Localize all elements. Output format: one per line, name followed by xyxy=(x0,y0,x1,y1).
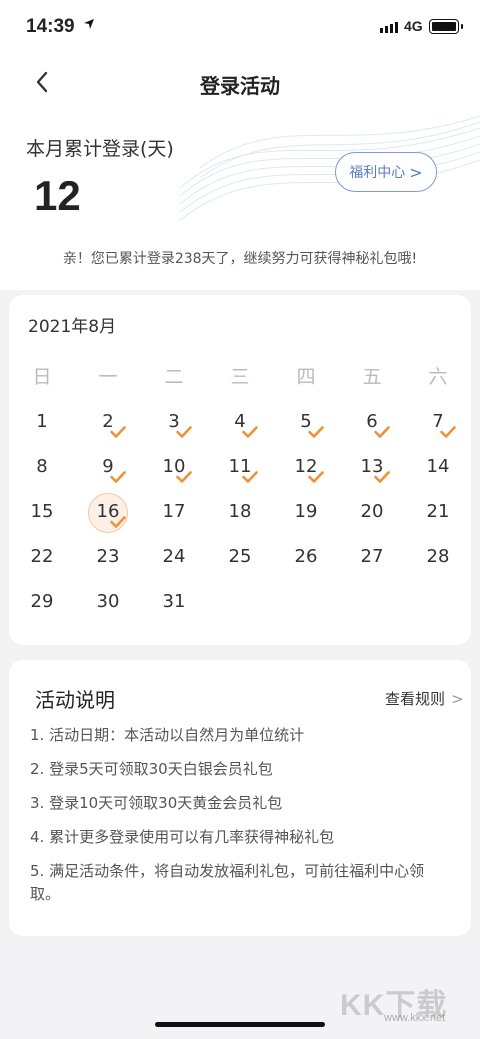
check-icon xyxy=(242,471,258,483)
weekday-header: 五 xyxy=(362,366,382,388)
calendar-day[interactable]: 17 xyxy=(154,501,194,522)
calendar-day[interactable]: 31 xyxy=(154,591,194,612)
network-type: 4G xyxy=(404,18,423,34)
battery-icon xyxy=(429,19,463,34)
rule-item: 3. 登录10天可领取30天黄金会员礼包 xyxy=(30,794,283,812)
calendar-day[interactable]: 14 xyxy=(418,456,458,477)
chevron-right-icon: > xyxy=(451,690,464,708)
check-icon xyxy=(374,426,390,438)
welfare-center-label: 福利中心 xyxy=(349,165,406,181)
rule-item: 2. 登录5天可领取30天白银会员礼包 xyxy=(30,760,273,778)
calendar-day[interactable]: 23 xyxy=(88,546,128,567)
login-count-label: 本月累计登录(天) xyxy=(26,138,174,160)
calendar-day[interactable]: 24 xyxy=(154,546,194,567)
status-bar: 14:39 4G xyxy=(0,0,480,56)
rule-item: 4. 累计更多登录使用可以有几率获得神秘礼包 xyxy=(30,828,335,846)
weekday-header: 四 xyxy=(296,366,316,388)
weekday-header: 日 xyxy=(32,366,52,388)
calendar-day[interactable]: 22 xyxy=(22,546,62,567)
check-icon xyxy=(110,516,126,528)
calendar-day[interactable]: 21 xyxy=(418,501,458,522)
watermark-logo: KK下载 www.kkx.net xyxy=(340,980,470,1028)
check-icon xyxy=(374,471,390,483)
calendar-day[interactable]: 29 xyxy=(22,591,62,612)
weekday-header: 三 xyxy=(230,366,250,388)
check-icon xyxy=(242,426,258,438)
location-arrow-icon xyxy=(84,19,94,29)
welfare-center-button[interactable]: 福利中心 > xyxy=(335,152,437,192)
login-calendar: 2021年8月 日一二三四五六 1 2 3 4 5 6 7 8 9 10 11 12 13 14 15 16 17… xyxy=(9,295,471,645)
calendar-day[interactable]: 19 xyxy=(286,501,326,522)
calendar-day[interactable]: 1 xyxy=(22,411,62,432)
rule-item: 1. 活动日期：本活动以自然月为单位统计 xyxy=(30,726,305,744)
encouragement-message: 亲！您已累计登录238天了，继续努力可获得神秘礼包哦! xyxy=(62,251,418,267)
signal-icon xyxy=(380,22,398,33)
weekday-header: 一 xyxy=(98,366,118,388)
weekday-header: 六 xyxy=(428,366,448,388)
login-summary: 本月累计登录(天) 12 福利中心 > 亲！您已累计登录238天了，继续努力可获… xyxy=(0,108,480,290)
calendar-day[interactable]: 18 xyxy=(220,501,260,522)
calendar-day[interactable]: 27 xyxy=(352,546,392,567)
check-icon xyxy=(176,471,192,483)
check-icon xyxy=(176,426,192,438)
chevron-right-icon: > xyxy=(409,162,423,182)
check-icon xyxy=(440,426,456,438)
nav-bar: 登录活动 xyxy=(0,56,480,108)
activity-rules-card: 活动说明 查看规则 > 1. 活动日期：本活动以自然月为单位统计 2. 登录5天可领… xyxy=(9,660,471,936)
page-title: 登录活动 xyxy=(200,74,280,98)
watermark-url: www.kkx.net xyxy=(384,1012,446,1024)
rules-title: 活动说明 xyxy=(35,688,115,712)
view-rules-link[interactable]: 查看规则 > xyxy=(385,688,464,709)
calendar-month: 2021年8月 xyxy=(28,317,117,337)
weekday-header: 二 xyxy=(164,366,184,388)
home-indicator[interactable] xyxy=(155,1022,325,1027)
login-count-value: 12 xyxy=(34,172,81,219)
check-icon xyxy=(308,426,324,438)
calendar-day[interactable]: 20 xyxy=(352,501,392,522)
calendar-day[interactable]: 30 xyxy=(88,591,128,612)
calendar-day[interactable]: 8 xyxy=(22,456,62,477)
check-icon xyxy=(110,471,126,483)
rule-item: 5. 满足活动条件，将自动发放福利礼包，可前往福利中心领取。 xyxy=(30,862,425,903)
status-time: 14:39 xyxy=(26,16,75,37)
check-icon xyxy=(110,426,126,438)
view-rules-label: 查看规则 xyxy=(385,690,446,708)
calendar-day[interactable]: 15 xyxy=(22,501,62,522)
calendar-day[interactable]: 25 xyxy=(220,546,260,567)
calendar-day[interactable]: 26 xyxy=(286,546,326,567)
calendar-day[interactable]: 28 xyxy=(418,546,458,567)
check-icon xyxy=(308,471,324,483)
